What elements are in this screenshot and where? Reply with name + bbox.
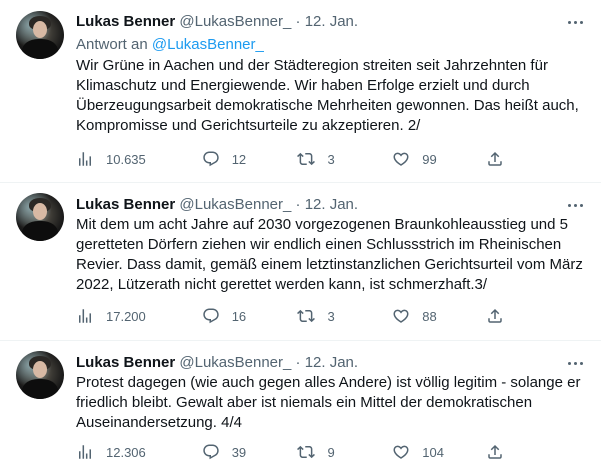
reply-icon — [203, 444, 219, 460]
reply-button[interactable]: 12 — [202, 149, 298, 169]
retweet-count: 9 — [327, 444, 335, 460]
author-handle[interactable]: @LukasBenner_ — [179, 196, 291, 213]
tweet-text: Protest dagegen (wie auch gegen alles An… — [76, 374, 581, 431]
reply-context: Antwort an @LukasBenner_ — [76, 35, 264, 55]
tweet-date[interactable]: 12. Jan. — [305, 354, 358, 371]
tweet-actions: 12.306 39 9 104 — [76, 442, 506, 462]
more-icon[interactable] — [565, 12, 585, 32]
views-button[interactable]: 17.200 — [76, 306, 202, 326]
retweet-count: 3 — [327, 151, 335, 167]
header-separator: · — [295, 196, 301, 213]
header-separator: · — [295, 354, 301, 371]
like-button[interactable]: 88 — [392, 306, 486, 326]
views-count: 10.635 — [106, 151, 146, 167]
author-name[interactable]: Lukas Benner — [76, 196, 175, 213]
tweet-header: Lukas Benner @LukasBenner_ · 12. Jan. — [76, 12, 358, 32]
author-name[interactable]: Lukas Benner — [76, 354, 175, 371]
reply-handle-link[interactable]: @LukasBenner_ — [152, 36, 264, 53]
tweet[interactable]: Lukas Benner @LukasBenner_ · 12. Jan. An… — [0, 0, 601, 183]
tweet-text: Mit dem um acht Jahre auf 2030 vorgezoge… — [76, 216, 583, 293]
share-button[interactable] — [486, 149, 506, 169]
reply-count: 16 — [231, 308, 247, 324]
more-icon[interactable] — [565, 353, 585, 373]
share-button[interactable] — [486, 442, 506, 462]
views-button[interactable]: 12.306 — [76, 442, 202, 462]
reply-icon — [203, 151, 219, 167]
share-icon — [488, 444, 502, 459]
reply-count: 39 — [231, 444, 247, 460]
more-icon[interactable] — [565, 195, 585, 215]
views-button[interactable]: 10.635 — [76, 149, 202, 169]
tweet-actions: 17.200 16 3 88 — [76, 306, 506, 326]
like-count: 88 — [422, 308, 437, 324]
tweet-header: Lukas Benner @LukasBenner_ · 12. Jan. — [76, 353, 358, 373]
tweet-text: Wir Grüne in Aachen und der Städteregion… — [76, 57, 579, 134]
author-name[interactable]: Lukas Benner — [76, 13, 175, 30]
retweet-button[interactable]: 9 — [297, 442, 392, 462]
avatar[interactable] — [16, 193, 64, 241]
views-count: 12.306 — [106, 444, 146, 460]
retweet-icon — [297, 309, 316, 323]
tweet-actions: 10.635 12 3 99 — [76, 149, 506, 169]
like-icon — [393, 309, 409, 323]
views-icon — [79, 152, 91, 166]
share-button[interactable] — [486, 306, 506, 326]
avatar[interactable] — [16, 11, 64, 59]
views-icon — [79, 445, 91, 459]
reply-prefix: Antwort an — [76, 36, 148, 53]
like-icon — [393, 152, 409, 166]
reply-button[interactable]: 39 — [202, 442, 298, 462]
like-count: 99 — [422, 151, 437, 167]
tweet-date[interactable]: 12. Jan. — [305, 13, 358, 30]
share-icon — [488, 151, 502, 166]
views-count: 17.200 — [106, 308, 146, 324]
avatar[interactable] — [16, 351, 64, 399]
retweet-button[interactable]: 3 — [297, 149, 392, 169]
like-button[interactable]: 104 — [392, 442, 486, 462]
tweet[interactable]: Lukas Benner @LukasBenner_ · 12. Jan. Mi… — [0, 183, 601, 341]
tweet[interactable]: Lukas Benner @LukasBenner_ · 12. Jan. Pr… — [0, 341, 601, 467]
author-handle[interactable]: @LukasBenner_ — [179, 13, 291, 30]
tweet-date[interactable]: 12. Jan. — [305, 196, 358, 213]
retweet-icon — [297, 152, 316, 166]
like-icon — [393, 445, 409, 459]
like-button[interactable]: 99 — [392, 149, 486, 169]
retweet-button[interactable]: 3 — [297, 306, 392, 326]
tweet-header: Lukas Benner @LukasBenner_ · 12. Jan. — [76, 195, 358, 215]
share-icon — [488, 308, 502, 323]
like-count: 104 — [422, 444, 444, 460]
retweet-count: 3 — [327, 308, 335, 324]
retweet-icon — [297, 445, 316, 459]
reply-count: 12 — [231, 151, 247, 167]
header-separator: · — [295, 13, 301, 30]
views-icon — [79, 309, 91, 323]
reply-button[interactable]: 16 — [202, 306, 298, 326]
author-handle[interactable]: @LukasBenner_ — [179, 354, 291, 371]
reply-icon — [203, 308, 219, 324]
